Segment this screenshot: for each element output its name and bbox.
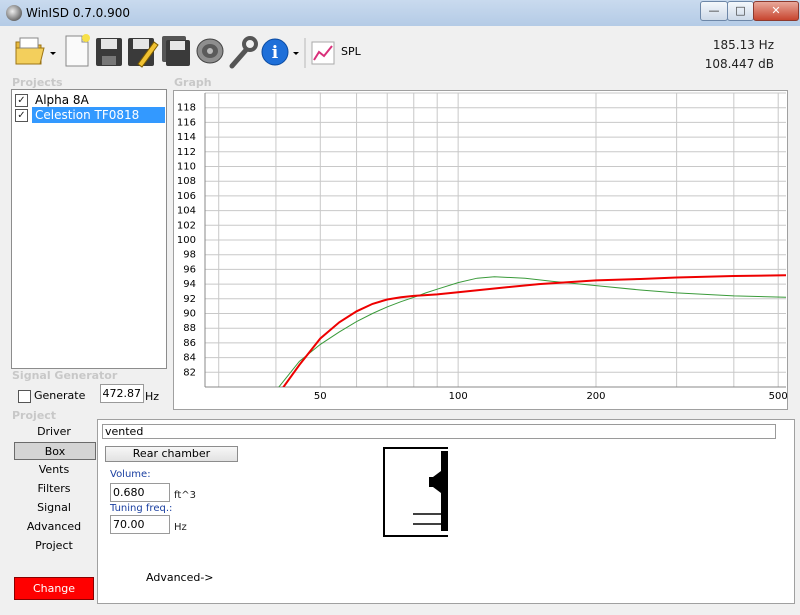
volume-unit: ft^3	[174, 490, 197, 501]
y-tick-label: 90	[183, 309, 196, 320]
wrench-icon[interactable]	[229, 36, 258, 69]
edit-icon[interactable]	[128, 38, 159, 68]
info-icon[interactable]: i	[261, 38, 289, 66]
minimize-button[interactable]: —	[700, 1, 728, 21]
tuning-label: Tuning freq.:	[110, 503, 173, 514]
projects-list[interactable]: ✓ Alpha 8A ✓ Celestion TF0818	[11, 89, 167, 369]
nav-project[interactable]: Project	[12, 537, 96, 554]
project-item-celestion[interactable]: ✓ Celestion TF0818	[14, 107, 165, 123]
nav-box[interactable]: Box	[14, 442, 96, 460]
project-label[interactable]: Alpha 8A	[32, 92, 92, 108]
y-tick-label: 106	[177, 191, 196, 202]
project-checkbox[interactable]: ✓	[15, 109, 28, 122]
y-tick-label: 86	[183, 338, 196, 349]
y-tick-label: 88	[183, 323, 196, 334]
project-item-alpha[interactable]: ✓ Alpha 8A	[14, 92, 164, 108]
y-tick-label: 104	[177, 206, 196, 217]
title-bar: WinISD 0.7.0.900 — □ ✕	[0, 0, 800, 26]
vented-box-drawing	[413, 451, 448, 531]
y-tick-label: 82	[183, 367, 196, 378]
y-tick-label: 102	[177, 220, 196, 231]
nav-driver[interactable]: Driver	[12, 423, 96, 440]
y-tick-label: 114	[177, 132, 196, 143]
app-icon	[6, 5, 22, 21]
y-tick-label: 110	[177, 162, 196, 173]
graph-panel[interactable]: 82 84 86 88 90 92 94 96 98 100 102 104 106 108 110 112 1…	[173, 90, 788, 410]
generate-label[interactable]: Generate	[34, 389, 85, 402]
y-tick-label: 94	[183, 279, 196, 290]
window-title: WinISD 0.7.0.900	[26, 6, 131, 20]
open-dropdown-icon[interactable]	[50, 52, 56, 55]
box-panel: vented Rear chamber Volume: 0.680 ft^3 T…	[97, 419, 795, 604]
y-tick-label: 100	[177, 235, 196, 246]
x-tick-label: 50	[314, 391, 327, 402]
x-tick-label: 200	[586, 391, 605, 402]
volume-label: Volume:	[110, 469, 151, 480]
db-readout: 108.447 dB	[704, 57, 774, 71]
project-section-label: Project	[12, 409, 57, 422]
nav-filters[interactable]: Filters	[12, 480, 96, 497]
toolbar: i SPL 185.13 Hz 108.447 dB	[10, 30, 790, 74]
signal-generator-label: Signal Generator	[12, 369, 118, 382]
speaker-icon[interactable]	[196, 38, 224, 64]
maximize-button[interactable]: □	[727, 1, 754, 21]
nav-signal[interactable]: Signal	[12, 499, 96, 516]
projects-label: Projects	[12, 76, 63, 89]
box-type-field[interactable]: vented	[102, 424, 776, 439]
x-tick-label: 100	[449, 391, 468, 402]
advanced-link[interactable]: Advanced->	[146, 571, 214, 584]
spl-label[interactable]: SPL	[341, 45, 361, 58]
spl-graph-icon[interactable]	[311, 41, 335, 65]
svg-text:i: i	[272, 43, 279, 63]
nav-vents[interactable]: Vents	[12, 461, 96, 478]
save-icon[interactable]	[96, 38, 122, 66]
y-tick-label: 108	[177, 176, 196, 187]
y-tick-label: 118	[177, 103, 196, 114]
y-tick-label: 116	[177, 117, 196, 128]
series-green-line	[278, 276, 786, 387]
y-tick-label: 96	[183, 264, 196, 275]
change-button[interactable]: Change	[14, 577, 94, 600]
spl-chart[interactable]: 82 84 86 88 90 92 94 96 98 100 102 104 106 108 110 112 1…	[174, 91, 787, 409]
frequency-readout: 185.13 Hz	[712, 38, 774, 52]
project-checkbox[interactable]: ✓	[15, 94, 28, 107]
toolbar-icons: i	[15, 34, 335, 69]
tuning-unit: Hz	[174, 522, 187, 533]
volume-input[interactable]: 0.680	[110, 483, 170, 502]
info-dropdown-icon[interactable]	[293, 52, 299, 55]
x-tick-label: 500	[769, 391, 787, 402]
box-diagram	[383, 447, 448, 537]
y-tick-label: 98	[183, 250, 196, 261]
y-tick-label: 112	[177, 147, 196, 158]
nav-advanced[interactable]: Advanced	[12, 518, 96, 535]
y-tick-label: 84	[183, 353, 196, 364]
y-tick-label: 92	[183, 294, 196, 305]
graph-label: Graph	[174, 76, 212, 89]
main-window: WinISD 0.7.0.900 — □ ✕ i SPL 185.13 Hz 1…	[0, 0, 800, 615]
generator-unit: Hz	[145, 390, 160, 403]
folder-icon[interactable]	[15, 37, 45, 65]
tuning-input[interactable]: 70.00	[110, 515, 170, 534]
save-all-icon[interactable]	[162, 36, 190, 66]
project-label[interactable]: Celestion TF0818	[32, 107, 165, 123]
generator-frequency-input[interactable]: 472.87	[100, 384, 144, 403]
close-button[interactable]: ✕	[753, 1, 799, 21]
rear-chamber-button[interactable]: Rear chamber	[105, 446, 238, 462]
generate-checkbox[interactable]	[18, 390, 31, 403]
new-file-icon[interactable]	[65, 34, 90, 67]
